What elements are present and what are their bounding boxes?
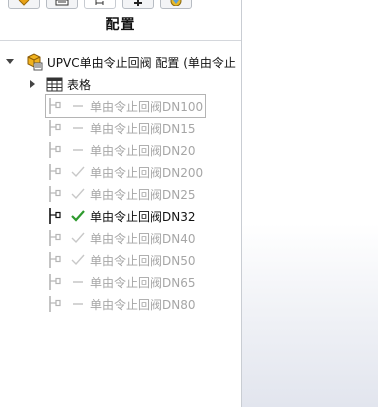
- configuration-icon: [46, 142, 62, 158]
- dash-icon: [70, 98, 86, 114]
- tab-feature-manager[interactable]: [8, 0, 40, 9]
- title-divider: [0, 40, 241, 41]
- graphics-viewport[interactable]: [242, 0, 378, 407]
- configuration-name: 单由令止回阀DN200: [90, 165, 204, 180]
- check-icon: [70, 186, 86, 202]
- check-icon: [70, 164, 86, 180]
- configuration-item[interactable]: 单由令止回阀DN50: [46, 249, 196, 271]
- configuration-name: 单由令止回阀DN100: [90, 99, 204, 114]
- table-icon: [46, 77, 63, 92]
- check-icon: [70, 252, 86, 268]
- configuration-name: 单由令止回阀DN20: [90, 143, 196, 158]
- check-icon: [70, 208, 86, 224]
- configuration-item[interactable]: 单由令止回阀DN80: [46, 293, 196, 315]
- configuration-manager-panel: 配置 UPVC单由令止回阀 配置 (单由令止 表格 单由令止回阀DN100 单由…: [0, 0, 241, 407]
- configuration-item[interactable]: 单由令止回阀DN25: [46, 183, 196, 205]
- part-configurations-icon: [25, 53, 43, 71]
- dash-icon: [70, 296, 86, 312]
- check-icon: [70, 230, 86, 246]
- configuration-name: 单由令止回阀DN65: [90, 275, 196, 290]
- panel-tab-bar: [0, 0, 241, 9]
- tree-table-label: 表格: [67, 77, 92, 92]
- configuration-name: 单由令止回阀DN80: [90, 297, 196, 312]
- dash-icon: [70, 120, 86, 136]
- dash-icon: [70, 274, 86, 290]
- configuration-name: 单由令止回阀DN40: [90, 231, 196, 246]
- configuration-icon: [46, 120, 62, 136]
- tab-property-manager[interactable]: [46, 0, 78, 9]
- display-manager-icon: [170, 0, 182, 6]
- configuration-manager-icon: [95, 0, 104, 5]
- configuration-item[interactable]: 单由令止回阀DN40: [46, 227, 196, 249]
- configuration-name: 单由令止回阀DN32: [90, 209, 196, 224]
- tree-table-node[interactable]: 表格: [28, 74, 91, 94]
- expand-arrow-icon[interactable]: [28, 79, 38, 89]
- tab-configuration-manager[interactable]: [84, 0, 116, 9]
- configuration-item[interactable]: 单由令止回阀DN100: [44, 94, 207, 118]
- feature-tree-icon: [18, 0, 30, 6]
- tree-root-node[interactable]: UPVC单由令止回阀 配置 (单由令止: [5, 52, 236, 72]
- dimxpert-icon: [134, 0, 142, 6]
- configuration-item[interactable]: 单由令止回阀DN15: [46, 117, 196, 139]
- configuration-name: 单由令止回阀DN25: [90, 187, 196, 202]
- configuration-icon: [46, 186, 62, 202]
- configuration-item[interactable]: 单由令止回阀DN200: [46, 161, 203, 183]
- panel-title: 配置: [105, 17, 136, 33]
- configuration-icon: [46, 230, 62, 246]
- configuration-icon: [46, 164, 62, 180]
- configuration-icon: [46, 208, 62, 224]
- dash-icon: [70, 142, 86, 158]
- collapse-arrow-icon[interactable]: [5, 57, 15, 67]
- configuration-icon: [46, 252, 62, 268]
- tab-dimxpert-manager[interactable]: [122, 0, 154, 9]
- configuration-item[interactable]: 单由令止回阀DN65: [46, 271, 196, 293]
- configuration-icon: [46, 296, 62, 312]
- configuration-name: 单由令止回阀DN15: [90, 121, 196, 136]
- tree-root-label: UPVC单由令止回阀 配置 (单由令止: [47, 55, 236, 70]
- configuration-name: 单由令止回阀DN50: [90, 253, 196, 268]
- configuration-item[interactable]: 单由令止回阀DN32: [46, 205, 196, 227]
- configuration-item[interactable]: 单由令止回阀DN20: [46, 139, 196, 161]
- configuration-icon: [46, 274, 62, 290]
- property-manager-icon: [55, 0, 69, 6]
- tab-display-manager[interactable]: [160, 0, 192, 9]
- configuration-icon: [46, 98, 62, 114]
